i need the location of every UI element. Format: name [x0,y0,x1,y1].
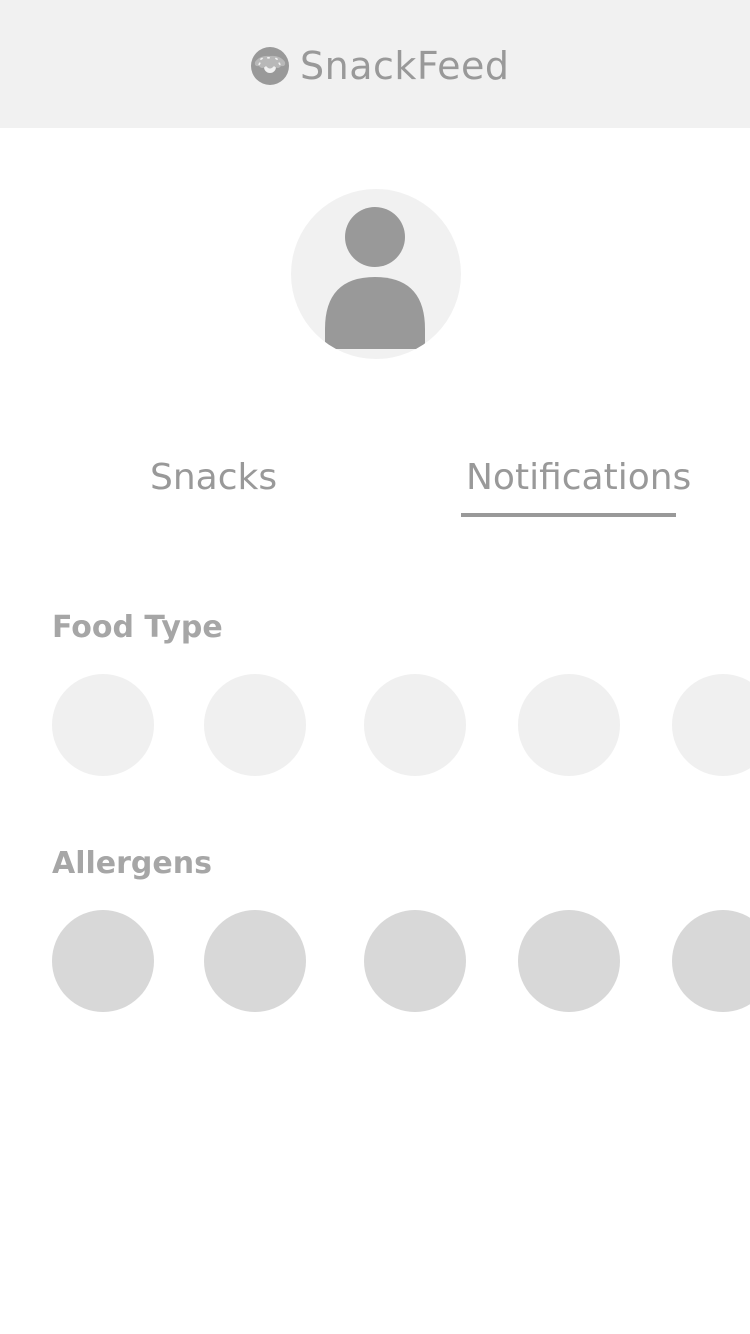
food-type-chip[interactable] [518,674,620,776]
allergen-chip[interactable] [672,910,750,1012]
brand-name: SnackFeed [300,44,510,88]
tab-snacks[interactable]: Snacks [150,456,277,500]
avatar[interactable] [291,189,461,359]
active-tab-indicator [461,513,676,517]
food-type-label: Food Type [52,610,223,645]
allergen-chip[interactable] [364,910,466,1012]
food-type-chip[interactable] [52,674,154,776]
allergen-chip[interactable] [518,910,620,1012]
food-type-chip[interactable] [672,674,750,776]
tab-notifications[interactable]: Notifications [466,456,691,500]
app-header: SnackFeed [0,0,750,128]
allergen-chip[interactable] [52,910,154,1012]
brand: SnackFeed [250,42,510,90]
food-type-chip[interactable] [204,674,306,776]
allergen-chip[interactable] [204,910,306,1012]
donut-icon [251,47,289,85]
allergens-label: Allergens [52,846,212,881]
user-silhouette-icon [325,207,425,349]
app-screen: SnackFeed Snacks Notifications Food Type… [0,0,750,1334]
food-type-chip[interactable] [364,674,466,776]
